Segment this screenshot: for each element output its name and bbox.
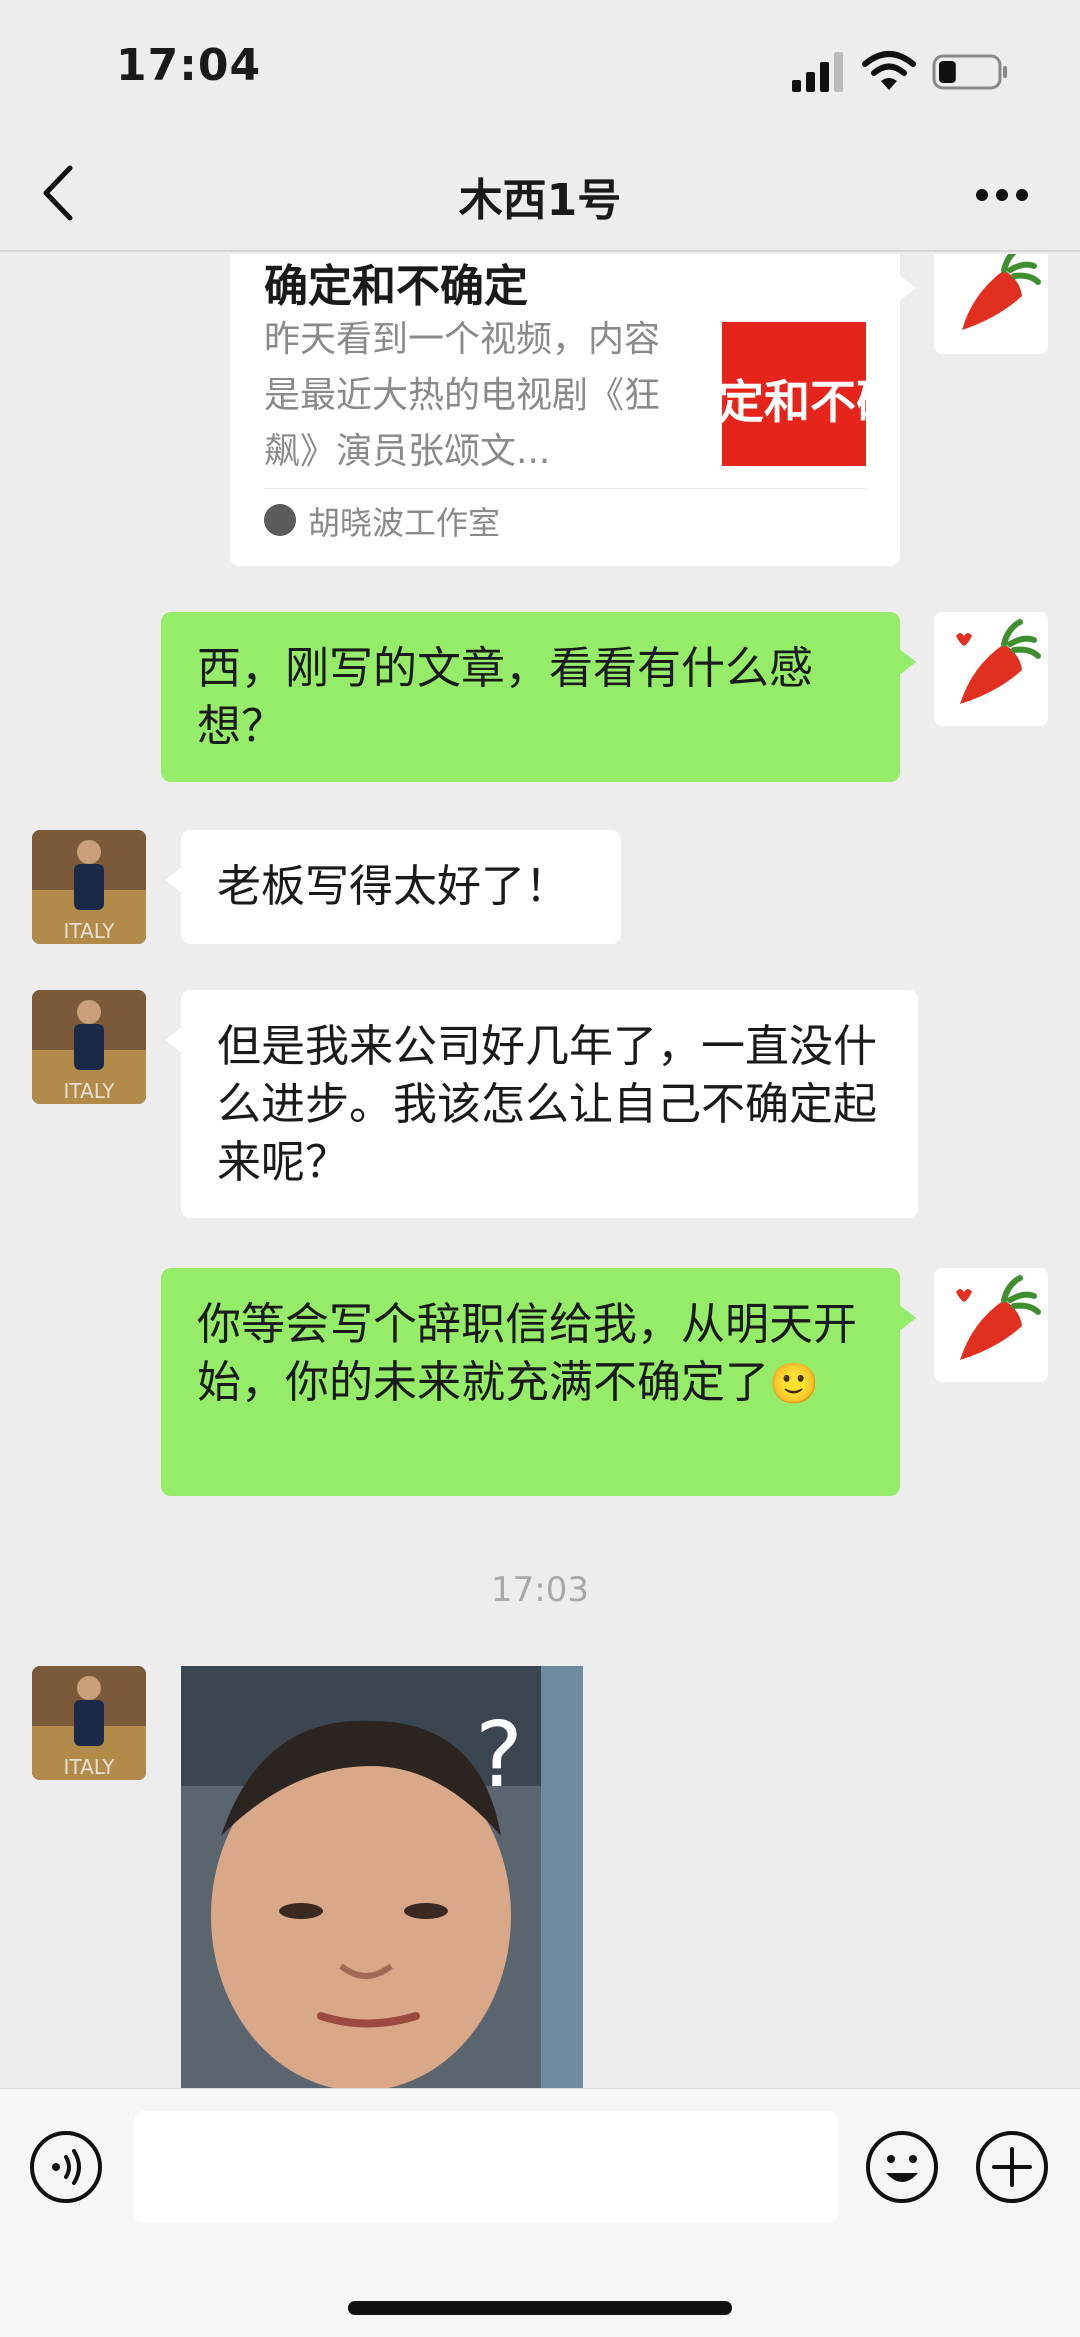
- avatar[interactable]: [934, 612, 1048, 726]
- home-indicator: [348, 2301, 732, 2315]
- question-mark: ?: [475, 1703, 523, 1808]
- article-thumbnail-text: 定和不确: [722, 375, 866, 429]
- message-timestamp: 17:03: [491, 1570, 589, 1610]
- chat-title: 木西1号: [458, 175, 622, 226]
- message-text: 但是我来公司好几年了，一直没什么进步。我该怎么让自己不确定起来呢？: [217, 1021, 877, 1188]
- input-bar: [0, 2088, 1080, 2337]
- more-dots-icon[interactable]: [974, 186, 1030, 204]
- article-description: 昨天看到一个视频，内容是最近大热的电视剧《狂飙》演员张颂文...: [264, 319, 661, 472]
- chat-area[interactable]: 确定和不确定 昨天看到一个视频，内容是最近大热的电视剧《狂飙》演员张颂文... …: [0, 254, 1080, 2088]
- meme-face-image: ?: [181, 1666, 583, 2088]
- nav-bar: 木西1号: [0, 140, 1080, 252]
- message-text: 老板写得太好了！: [217, 861, 569, 912]
- avatar[interactable]: ITALY: [32, 830, 146, 944]
- svg-text:ITALY: ITALY: [64, 919, 116, 943]
- message-bubble[interactable]: 老板写得太好了！: [165, 830, 621, 944]
- person-photo-icon: ITALY: [32, 1666, 146, 1780]
- avatar[interactable]: ITALY: [32, 1666, 146, 1780]
- battery-icon: [932, 54, 1007, 90]
- wifi-icon: [862, 51, 916, 90]
- message-text: 西，刚写的文章，看看有什么感想？: [197, 643, 813, 752]
- message-bubble[interactable]: 你等会写个辞职信给我，从明天开始，你的未来就充满不确定了🙂: [161, 1268, 916, 1496]
- article-thumbnail: 定和不确: [722, 322, 866, 466]
- cellular-signal-icon: [792, 52, 843, 92]
- message-input[interactable]: [134, 2111, 838, 2223]
- status-time: 17:04: [116, 40, 262, 91]
- article-card[interactable]: 确定和不确定 昨天看到一个视频，内容是最近大热的电视剧《狂飙》演员张颂文... …: [230, 254, 916, 566]
- carrot-icon: [962, 254, 1041, 330]
- person-photo-icon: ITALY: [32, 990, 146, 1104]
- avatar[interactable]: [934, 254, 1048, 354]
- emoji-icon[interactable]: [864, 2129, 940, 2205]
- smile-emoji-icon: 🙂: [769, 1361, 819, 1407]
- status-bar: 17:04: [0, 0, 1080, 140]
- person-photo-icon: ITALY: [32, 830, 146, 944]
- article-source: 胡晓波工作室: [308, 504, 501, 542]
- voice-icon[interactable]: [28, 2129, 104, 2205]
- divider: [264, 488, 866, 489]
- message-bubble[interactable]: 西，刚写的文章，看看有什么感想？: [161, 612, 916, 782]
- carrot-icon: [956, 619, 1041, 704]
- plus-icon[interactable]: [974, 2129, 1050, 2205]
- avatar[interactable]: [934, 1268, 1048, 1382]
- source-avatar-icon: [264, 504, 296, 536]
- svg-text:ITALY: ITALY: [64, 1755, 116, 1779]
- message-text: 你等会写个辞职信给我，从明天开始，你的未来就充满不确定了: [197, 1299, 857, 1408]
- image-message[interactable]: ?: [181, 1666, 583, 2088]
- carrot-icon: [956, 1275, 1041, 1360]
- message-bubble[interactable]: 但是我来公司好几年了，一直没什么进步。我该怎么让自己不确定起来呢？: [165, 990, 918, 1218]
- avatar[interactable]: ITALY: [32, 990, 146, 1104]
- article-title: 确定和不确定: [264, 261, 528, 312]
- svg-text:ITALY: ITALY: [64, 1079, 116, 1103]
